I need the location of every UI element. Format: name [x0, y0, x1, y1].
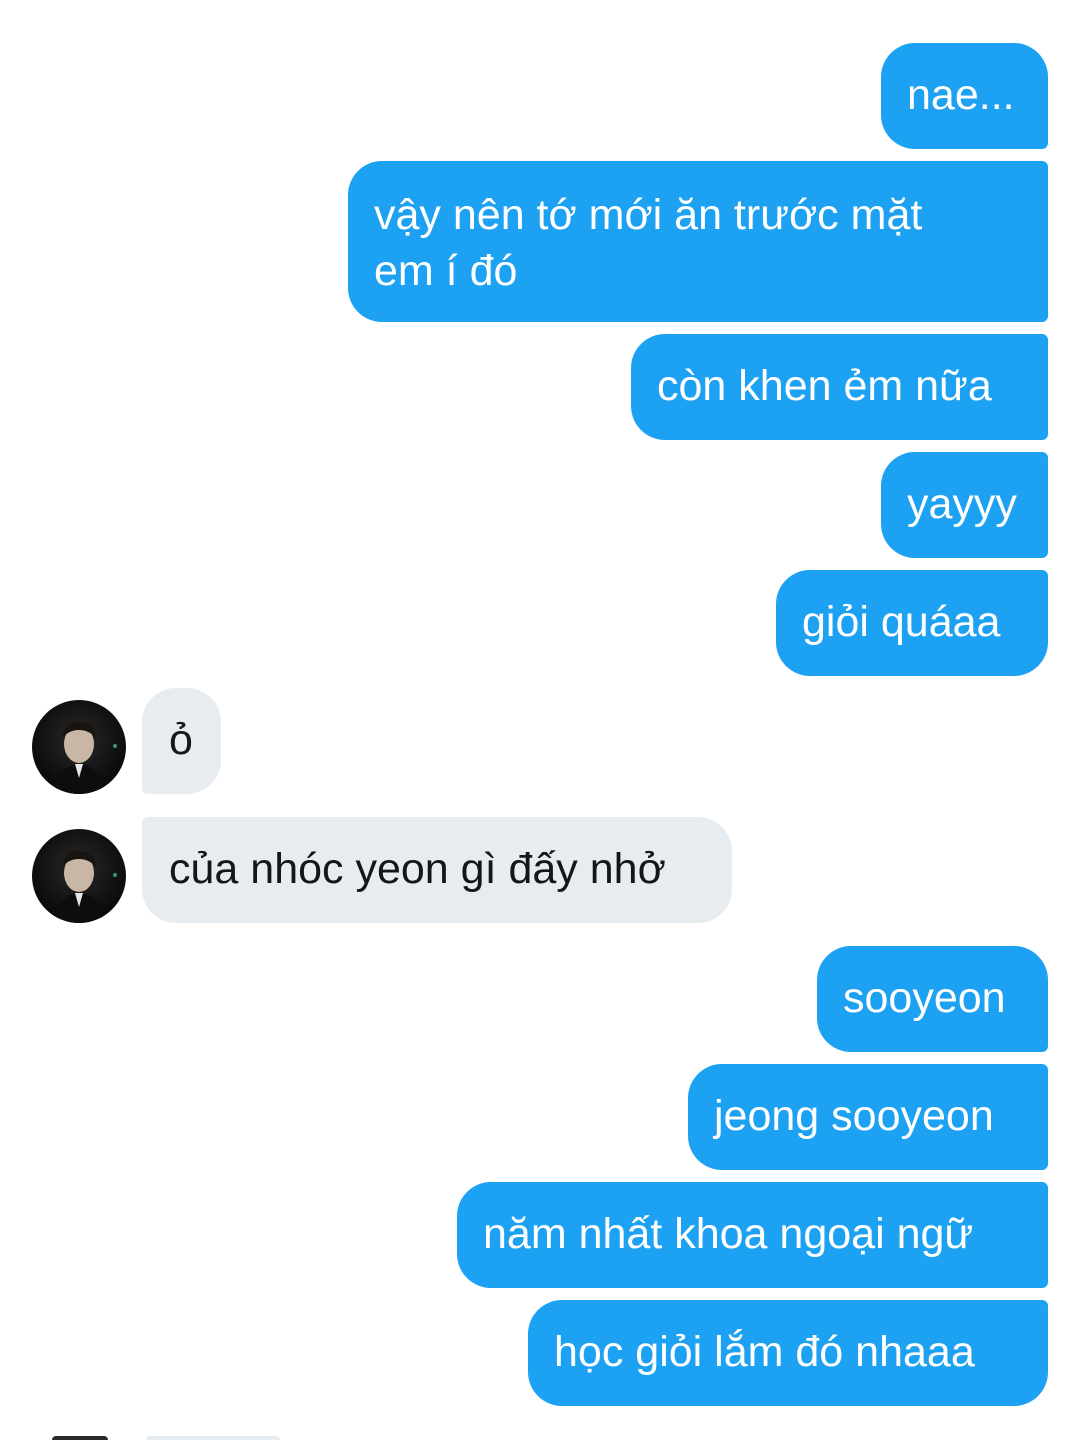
message-thread: nae... vậy nên tớ mới ăn trước mặt em í …: [0, 0, 1080, 1440]
message-text: còn khen ẻm nữa: [657, 362, 992, 410]
contact-avatar-icon[interactable]: [32, 829, 126, 923]
message-text: yayyy: [907, 480, 1017, 528]
message-text: giỏi quáaa: [802, 598, 1001, 646]
message-text: học giỏi lắm đó nhaaa: [554, 1328, 975, 1376]
sent-message-bubble[interactable]: jeong sooyeon: [688, 1064, 1048, 1170]
message-text: năm nhất khoa ngoại ngữ: [483, 1210, 974, 1258]
contact-avatar-icon[interactable]: [32, 700, 126, 794]
next-bubble-edge: [146, 1436, 280, 1440]
message-text: sooyeon: [843, 974, 1006, 1022]
sent-message-bubble[interactable]: còn khen ẻm nữa: [631, 334, 1048, 440]
sent-message-bubble[interactable]: học giỏi lắm đó nhaaa: [528, 1300, 1048, 1406]
avatar-image: [54, 721, 117, 794]
received-message-bubble[interactable]: ỏ: [142, 688, 221, 794]
sent-message-bubble[interactable]: giỏi quáaa: [776, 570, 1048, 676]
avatar-image: [54, 850, 117, 923]
message-text: nae...: [907, 71, 1015, 119]
received-message-bubble[interactable]: của nhóc yeon gì đấy nhở: [142, 817, 732, 923]
message-text: jeong sooyeon: [714, 1092, 994, 1140]
sent-message-bubble[interactable]: năm nhất khoa ngoại ngữ: [457, 1182, 1048, 1288]
sent-message-bubble[interactable]: nae...: [881, 43, 1048, 149]
message-text: của nhóc yeon gì đấy nhở: [169, 845, 666, 893]
message-text: vậy nên tớ mới ăn trước mặt em í đó: [374, 191, 923, 295]
sent-message-bubble[interactable]: vậy nên tớ mới ăn trước mặt em í đó: [348, 161, 1048, 322]
message-text: ỏ: [169, 716, 193, 764]
sent-message-bubble[interactable]: sooyeon: [817, 946, 1048, 1052]
sent-message-bubble[interactable]: yayyy: [881, 452, 1048, 558]
next-avatar-edge: [52, 1436, 108, 1440]
